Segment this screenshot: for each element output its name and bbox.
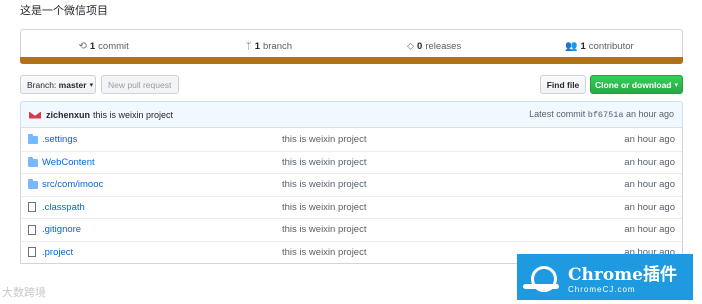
branch-select-button[interactable]: Branch: master ▾ <box>20 75 96 94</box>
file-commit-message[interactable]: this is weixin project <box>282 157 602 168</box>
clone-label: Clone or download <box>595 79 672 90</box>
table-row: src/com/imooc this is weixin project an … <box>21 173 682 196</box>
repo-description: 这是一个微信项目 <box>20 5 108 17</box>
folder-icon <box>28 179 38 190</box>
table-row: .settings this is weixin project an hour… <box>21 128 682 151</box>
file-age: an hour ago <box>624 156 675 168</box>
file-icon <box>28 202 36 213</box>
snail-logo-icon <box>523 262 563 292</box>
file-age: an hour ago <box>624 179 675 191</box>
avatar[interactable] <box>29 109 41 121</box>
file-age: an hour ago <box>624 201 675 213</box>
commit-author[interactable]: zichenxun <box>46 110 90 120</box>
caret-down-icon: ▾ <box>89 81 94 89</box>
file-name-link[interactable]: .project <box>42 247 282 258</box>
file-list: .settings this is weixin project an hour… <box>20 128 683 264</box>
commit-age: an hour ago <box>625 109 674 119</box>
folder-icon <box>28 133 38 144</box>
branch-value: master <box>58 79 87 90</box>
branches-count: 1 <box>254 41 260 52</box>
watermark-title: Chrome插件 <box>568 265 677 285</box>
table-row: .gitignore this is weixin project an hou… <box>21 218 682 241</box>
file-icon <box>28 247 36 258</box>
commit-message[interactable]: this is weixin project <box>93 110 173 120</box>
file-commit-message[interactable]: this is weixin project <box>282 224 602 235</box>
find-file-button[interactable]: Find file <box>540 75 586 94</box>
caret-down-icon: ▾ <box>674 81 679 89</box>
table-row: .classpath this is weixin project an hou… <box>21 195 682 219</box>
history-icon: ⟲ <box>78 41 87 52</box>
latest-commit-prefix: Latest commit <box>529 109 586 119</box>
watermark-left: 大数跨境 <box>2 287 46 299</box>
file-name-link[interactable]: WebContent <box>42 157 282 168</box>
latest-commit-bar: zichenxun this is weixin project Latest … <box>20 101 683 128</box>
file-age: an hour ago <box>624 133 675 145</box>
file-name-link[interactable]: .gitignore <box>42 224 282 235</box>
releases-count: 0 <box>417 41 423 52</box>
releases-label: releases <box>425 41 462 52</box>
contributors-count: 1 <box>580 41 586 52</box>
tag-icon: ⬦ <box>407 41 415 52</box>
watermark-right: Chrome插件 ChromeCJ.com <box>517 254 693 300</box>
file-name-link[interactable]: .settings <box>42 134 282 145</box>
watermark-subtitle: ChromeCJ.com <box>568 285 636 294</box>
file-commit-message[interactable]: this is weixin project <box>282 134 602 145</box>
file-name-link[interactable]: src/com/imooc <box>42 179 282 190</box>
new-pull-request-button[interactable]: New pull request <box>101 75 179 94</box>
clone-download-button[interactable]: Clone or download ▾ <box>590 75 683 94</box>
branches-label: branch <box>262 41 293 52</box>
table-row: WebContent this is weixin project an hou… <box>21 150 682 174</box>
contributors-label: contributor <box>588 41 634 52</box>
commit-sha[interactable]: bf6751a <box>588 110 624 120</box>
latest-commit-info: Latest commit bf6751a an hour ago <box>529 109 674 120</box>
commits-label: commit <box>98 41 129 52</box>
file-commit-message[interactable]: this is weixin project <box>282 179 602 190</box>
commits-count: 1 <box>89 41 96 52</box>
branch-icon: ᛘ <box>245 41 252 52</box>
branch-label: Branch: <box>27 79 57 90</box>
file-age: an hour ago <box>624 224 675 236</box>
file-name-link[interactable]: .classpath <box>42 202 282 213</box>
people-icon: 👥 <box>565 41 578 52</box>
folder-icon <box>28 156 38 167</box>
file-icon <box>28 224 36 235</box>
language-bar <box>20 57 683 64</box>
file-commit-message[interactable]: this is weixin project <box>282 202 602 213</box>
